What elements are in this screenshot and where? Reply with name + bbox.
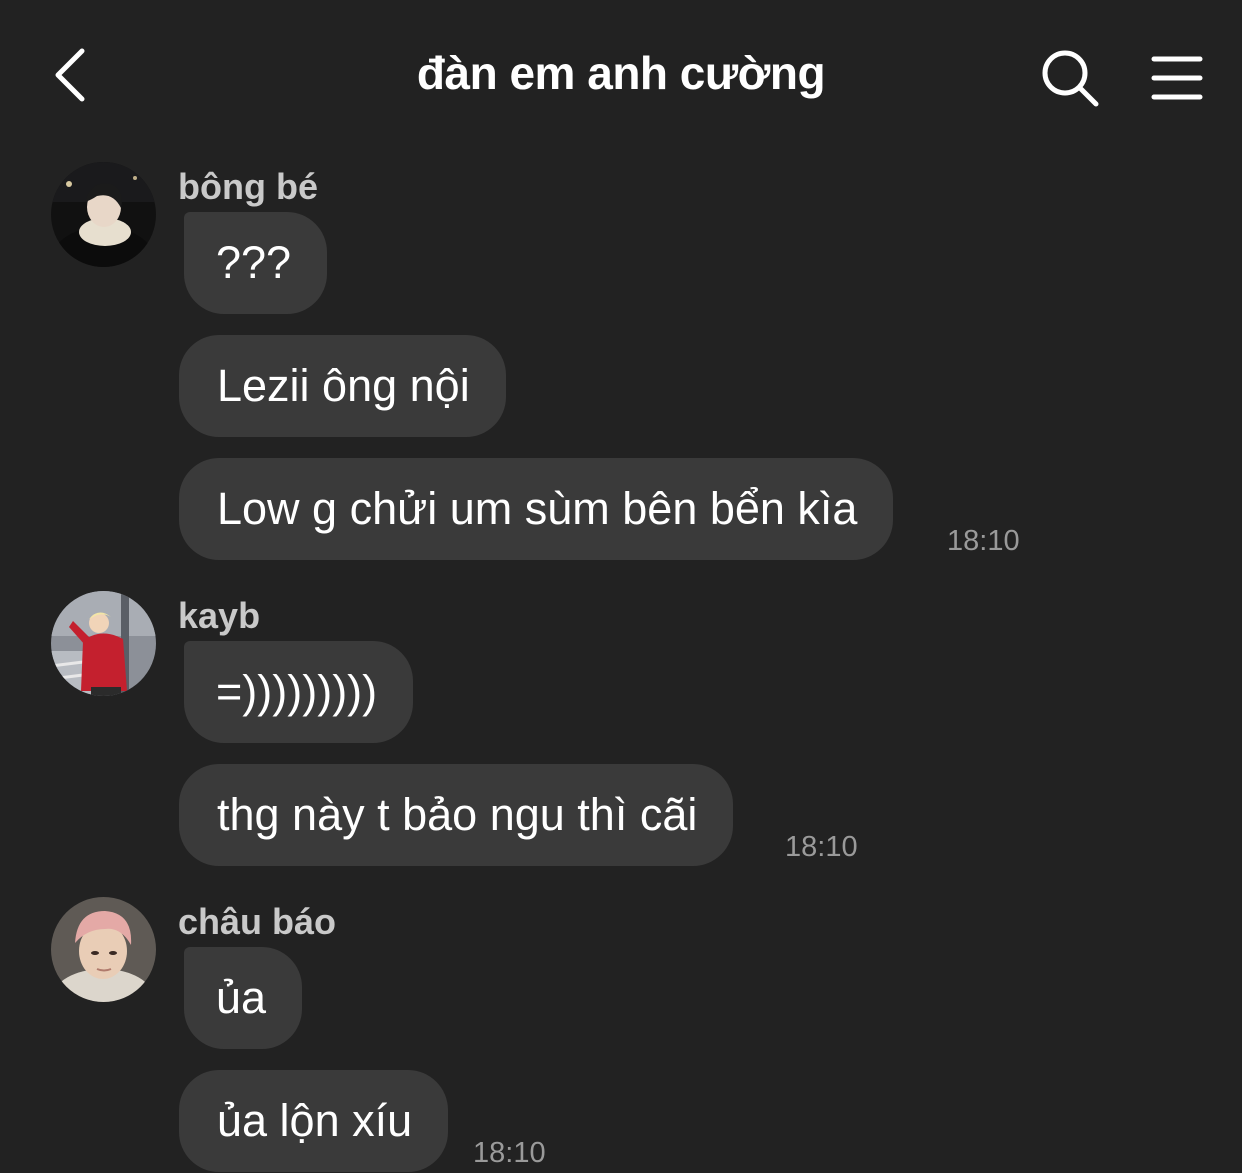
avatar-photo xyxy=(51,162,156,267)
message-bubble[interactable]: =))))))))) xyxy=(184,641,414,743)
avatar-chau-bao[interactable] xyxy=(51,897,156,1002)
hamburger-menu-icon xyxy=(1151,56,1203,100)
search-icon xyxy=(1042,50,1099,107)
message-bubble[interactable]: ủa xyxy=(184,947,303,1049)
message-timestamp: 18:10 xyxy=(473,1137,546,1169)
message-bubble[interactable]: Low g chửi um sùm bên bển kìa xyxy=(179,458,894,560)
chevron-left-icon xyxy=(55,48,85,102)
avatar-kayb[interactable] xyxy=(51,591,156,696)
message-timestamp: 18:10 xyxy=(947,525,1020,557)
sender-name: kayb xyxy=(178,595,261,636)
avatar-photo xyxy=(51,897,156,1002)
menu-button[interactable] xyxy=(1146,48,1208,108)
avatar-photo xyxy=(51,591,156,696)
sender-name: châu báo xyxy=(178,901,337,942)
chat-title: đàn em anh cường xyxy=(416,47,826,99)
message-timestamp: 18:10 xyxy=(785,831,858,863)
sender-name: bông bé xyxy=(178,166,318,207)
chat-header: đàn em anh cường xyxy=(0,0,1242,150)
message-bubble[interactable]: ??? xyxy=(184,212,328,314)
message-bubble[interactable]: thg này t bảo ngu thì cãi xyxy=(179,764,734,866)
message-bubble[interactable]: ủa lộn xíu xyxy=(179,1070,449,1172)
back-button[interactable] xyxy=(40,40,100,110)
search-button[interactable] xyxy=(1036,44,1104,112)
avatar-bong-be[interactable] xyxy=(51,162,156,267)
message-bubble[interactable]: Lezii ông nội xyxy=(179,335,506,437)
